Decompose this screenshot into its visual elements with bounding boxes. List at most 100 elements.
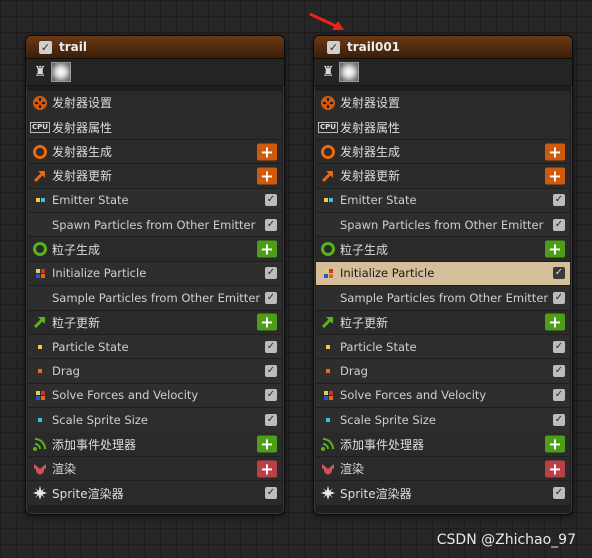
- emitter-enable-checkbox[interactable]: ✓: [327, 40, 340, 54]
- row-label: Solve Forces and Velocity: [340, 388, 487, 403]
- stack-section-row[interactable]: 发射器更新 +: [316, 164, 570, 188]
- add-module-button[interactable]: +: [257, 435, 277, 453]
- module-row[interactable]: Sample Particles from Other Emitter ✓: [28, 286, 282, 310]
- add-module-button[interactable]: +: [545, 143, 565, 161]
- add-module-button[interactable]: +: [257, 167, 277, 185]
- add-renderer-button[interactable]: +: [257, 460, 277, 478]
- add-module-button[interactable]: +: [257, 143, 277, 161]
- enable-checkbox[interactable]: ✓: [553, 291, 565, 304]
- enable-checkbox[interactable]: ✓: [553, 487, 565, 499]
- render-icon: [316, 457, 340, 481]
- add-module-button[interactable]: +: [545, 313, 565, 331]
- enable-checkbox[interactable]: ✓: [553, 218, 565, 231]
- module-row[interactable]: Particle State ✓: [316, 334, 570, 359]
- row-label: Sprite渲染器: [52, 486, 124, 501]
- module-row[interactable]: Emitter State ✓: [28, 188, 282, 213]
- add-renderer-button[interactable]: +: [545, 460, 565, 478]
- emitter-title: trail: [59, 40, 87, 54]
- stack-section-row[interactable]: 粒子生成 +: [316, 237, 570, 261]
- enable-checkbox[interactable]: ✓: [553, 365, 565, 378]
- add-module-button[interactable]: +: [257, 240, 277, 258]
- module-row[interactable]: Particle State ✓: [28, 334, 282, 359]
- add-module-button[interactable]: +: [545, 240, 565, 258]
- module-dot-orange-icon: [316, 359, 340, 383]
- module-row[interactable]: Spawn Particles from Other Emitter ✓: [316, 212, 570, 237]
- pin-icon[interactable]: ♜: [33, 64, 47, 80]
- module-dot-cyan-icon: [28, 408, 52, 432]
- stack-section-row[interactable]: 发射器设置: [316, 91, 570, 115]
- particle-spawn-icon: [316, 237, 340, 261]
- emitter-header[interactable]: ✓ trail: [26, 36, 284, 59]
- sprite-renderer-icon: [316, 481, 340, 505]
- module-row[interactable]: Scale Sprite Size ✓: [28, 408, 282, 432]
- module-dot-yellow-icon: [28, 335, 52, 359]
- enable-checkbox[interactable]: ✓: [265, 365, 277, 378]
- stack-section-row[interactable]: 发射器设置: [28, 91, 282, 115]
- enable-checkbox[interactable]: ✓: [553, 194, 565, 207]
- stack-section-row[interactable]: 发射器更新 +: [28, 164, 282, 188]
- stack-section-row[interactable]: 发射器生成 +: [28, 139, 282, 164]
- enable-checkbox[interactable]: ✓: [265, 389, 277, 402]
- emitter-thumbnail[interactable]: [339, 62, 359, 82]
- emitter-spawn-icon: [28, 140, 52, 164]
- enable-checkbox[interactable]: ✓: [265, 487, 277, 499]
- enable-checkbox[interactable]: ✓: [265, 218, 277, 231]
- stack-section-row[interactable]: Sprite渲染器 ✓: [316, 481, 570, 505]
- enable-checkbox[interactable]: ✓: [265, 291, 277, 304]
- row-label: Scale Sprite Size: [52, 412, 148, 427]
- module-dot-cyan-icon: [316, 408, 340, 432]
- pin-icon[interactable]: ♜: [321, 64, 335, 80]
- module-row[interactable]: Scale Sprite Size ✓: [316, 408, 570, 432]
- cpu-icon: CPU: [30, 121, 50, 133]
- stack-section-row[interactable]: 粒子更新 +: [28, 310, 282, 335]
- particle-spawn-icon: [28, 237, 52, 261]
- add-module-button[interactable]: +: [545, 435, 565, 453]
- module-row[interactable]: Emitter State ✓: [316, 188, 570, 213]
- particle-update-icon: [28, 311, 52, 335]
- emitter-thumbnail[interactable]: [51, 62, 71, 82]
- row-label: 粒子生成: [340, 242, 389, 257]
- emitter-node-trail001[interactable]: ✓ trail001 ♜ 发射器设置 CPU 发射器属性 发射器生成 + 发射器更新 + Em…: [313, 35, 573, 515]
- stack-section-row[interactable]: 添加事件处理器 +: [316, 432, 570, 456]
- stack-section-row[interactable]: CPU 发射器属性: [316, 115, 570, 139]
- row-label: Particle State: [52, 339, 129, 354]
- row-label: 添加事件处理器: [340, 437, 425, 452]
- add-module-button[interactable]: +: [545, 167, 565, 185]
- row-label: 发射器更新: [52, 169, 113, 184]
- module-row[interactable]: Initialize Particle ✓: [316, 261, 570, 286]
- emitter-header[interactable]: ✓ trail001: [314, 36, 572, 59]
- stack-section-row[interactable]: Sprite渲染器 ✓: [28, 481, 282, 505]
- row-label: Emitter State: [340, 193, 417, 208]
- module-row[interactable]: Spawn Particles from Other Emitter ✓: [28, 212, 282, 237]
- row-label: 发射器生成: [52, 145, 113, 160]
- event-handler-icon: [28, 432, 52, 456]
- module-row[interactable]: Solve Forces and Velocity ✓: [316, 383, 570, 408]
- add-module-button[interactable]: +: [257, 313, 277, 331]
- enable-checkbox[interactable]: ✓: [553, 413, 565, 426]
- stack-section-row[interactable]: 渲染 +: [316, 456, 570, 481]
- emitter-update-icon: [316, 164, 340, 188]
- stack-section-row[interactable]: 添加事件处理器 +: [28, 432, 282, 456]
- emitter-node-trail[interactable]: ✓ trail ♜ 发射器设置 CPU 发射器属性发射器生成 + 发射器更新 + Emitt…: [25, 35, 285, 515]
- stack-section-row[interactable]: 粒子生成 +: [28, 237, 282, 261]
- module-row[interactable]: Solve Forces and Velocity ✓: [28, 383, 282, 408]
- stack-section-row[interactable]: CPU 发射器属性: [28, 115, 282, 139]
- enable-checkbox[interactable]: ✓: [265, 340, 277, 353]
- stack-section-row[interactable]: 发射器生成 +: [316, 139, 570, 164]
- enable-checkbox[interactable]: ✓: [553, 340, 565, 353]
- enable-checkbox[interactable]: ✓: [265, 267, 277, 280]
- enable-checkbox[interactable]: ✓: [265, 413, 277, 426]
- emitter-thumbnail-row: ♜: [26, 59, 284, 86]
- module-row[interactable]: Drag ✓: [28, 359, 282, 383]
- cpu-icon: CPU: [318, 121, 338, 133]
- emitter-enable-checkbox[interactable]: ✓: [39, 40, 52, 54]
- enable-checkbox[interactable]: ✓: [553, 389, 565, 402]
- stack-section-row[interactable]: 渲染 +: [28, 456, 282, 481]
- module-row[interactable]: Initialize Particle ✓: [28, 261, 282, 286]
- icon-slot: [316, 286, 340, 310]
- enable-checkbox[interactable]: ✓: [265, 194, 277, 207]
- enable-checkbox[interactable]: ✓: [553, 267, 565, 280]
- stack-section-row[interactable]: 粒子更新 +: [316, 310, 570, 335]
- module-row[interactable]: Sample Particles from Other Emitter ✓: [316, 286, 570, 310]
- module-row[interactable]: Drag ✓: [316, 359, 570, 383]
